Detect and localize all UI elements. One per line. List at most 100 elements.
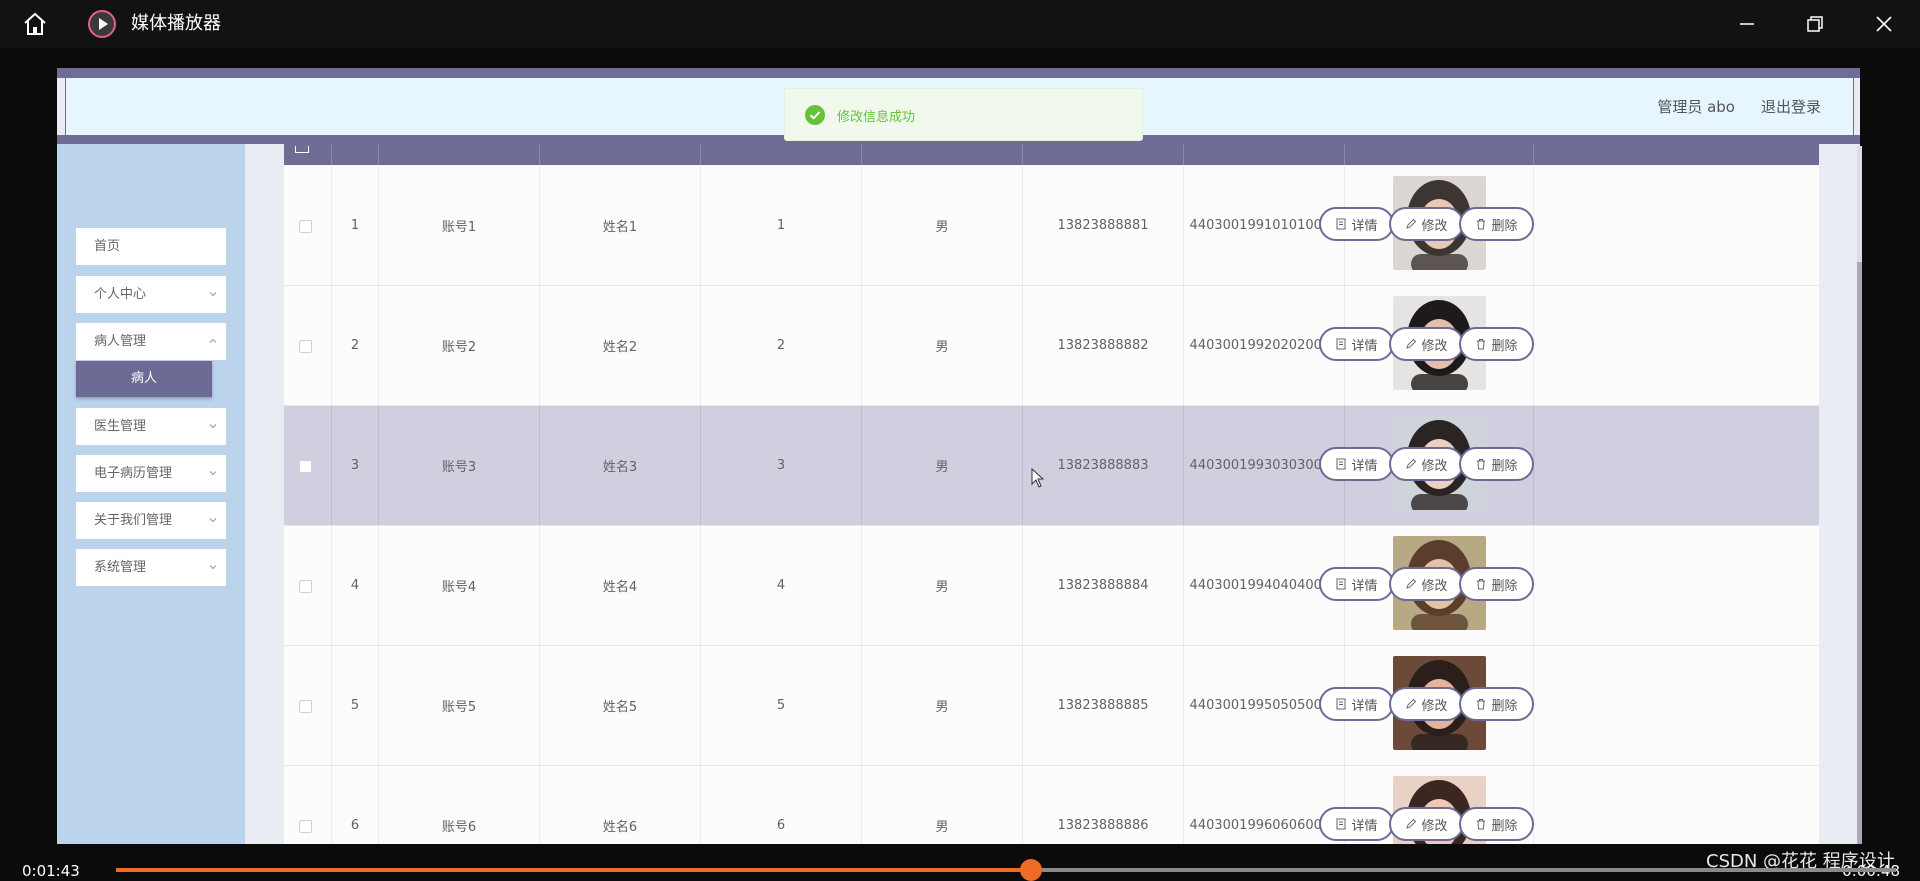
scrollbar-thumb[interactable] [1857,262,1862,844]
delete-button[interactable]: 删除 [1459,447,1534,481]
sidebar-item-label: 个人中心 [94,287,147,302]
time-elapsed: 0:01:43 [22,862,80,880]
sidebar-item-profile[interactable]: 个人中心 [76,276,226,313]
table-row[interactable]: 4 账号4 姓名4 4 男 13823888884 440300199404040004 详情… [284,526,1819,646]
sidebar-item-label: 电子病历管理 [94,466,173,481]
sidebar-item-system[interactable]: 系统管理 [76,549,226,586]
row-checkbox[interactable] [299,220,312,233]
detail-button[interactable]: 详情 [1319,447,1394,481]
sidebar-item-patients[interactable]: 病人管理 [76,323,226,360]
button-label: 修改 [1421,818,1448,834]
button-label: 删除 [1491,458,1518,474]
sidebar-item-doctors[interactable]: 医生管理 [76,408,226,445]
button-label: 删除 [1491,698,1518,714]
edit-button[interactable]: 修改 [1389,687,1464,721]
delete-button[interactable]: 删除 [1459,207,1534,241]
index-cell: 1 [332,166,379,285]
chevron-down-icon [209,518,217,523]
chevron-down-icon [209,292,217,297]
row-checkbox-cell [284,526,332,645]
header-cell [862,144,1023,165]
detail-button[interactable]: 详情 [1319,807,1394,841]
trash-icon [1477,579,1486,590]
delete-button[interactable]: 删除 [1459,567,1534,601]
logout-link[interactable]: 退出登录 [1761,96,1821,117]
table-row[interactable]: 2 账号2 姓名2 2 男 13823888882 440300199202020002 详情… [284,286,1819,406]
edit-button[interactable]: 修改 [1389,447,1464,481]
detail-button[interactable]: 详情 [1319,327,1394,361]
minimize-icon[interactable] [1735,12,1759,36]
edit-button[interactable]: 修改 [1389,327,1464,361]
row-checkbox[interactable] [299,700,312,713]
header-cell [701,144,862,165]
delete-button[interactable]: 删除 [1459,327,1534,361]
checkbox-icon [295,146,309,153]
name-cell: 姓名5 [540,646,701,765]
sidebar-item-home[interactable]: 首页 [76,228,226,265]
button-label: 详情 [1351,218,1378,234]
restore-icon[interactable] [1803,12,1827,36]
chevron-up-icon [209,338,217,343]
edit-icon [1406,338,1417,349]
gender-cell: 男 [862,646,1023,765]
delete-button[interactable]: 删除 [1459,687,1534,721]
button-label: 删除 [1491,218,1518,234]
detail-button[interactable]: 详情 [1319,207,1394,241]
button-label: 修改 [1421,578,1448,594]
table-row[interactable]: 5 账号5 姓名5 5 男 13823888885 440300199505050005 详情… [284,646,1819,766]
row-checkbox[interactable] [299,820,312,833]
sidebar-item-label: 关于我们管理 [94,513,173,528]
home-icon[interactable] [22,12,48,36]
trash-icon [1477,219,1486,230]
button-label: 删除 [1491,338,1518,354]
name-cell: 姓名2 [540,286,701,405]
index-cell: 5 [332,646,379,765]
account-cell: 账号2 [379,286,540,405]
number-cell: 5 [701,646,862,765]
sidebar-item-about-us[interactable]: 关于我们管理 [76,502,226,539]
document-icon [1336,578,1346,590]
row-checkbox[interactable] [299,340,312,353]
trash-icon [1477,459,1486,470]
number-cell: 1 [701,166,862,285]
edit-button[interactable]: 修改 [1389,567,1464,601]
button-label: 修改 [1421,218,1448,234]
gender-cell: 男 [862,406,1023,525]
table-row[interactable]: 3 账号3 姓名3 3 男 13823888883 440300199303030003 详情… [284,406,1819,526]
row-checkbox[interactable] [299,460,312,473]
sidebar-item-label: 医生管理 [94,419,147,434]
progress-handle[interactable] [1019,859,1042,881]
edit-icon [1406,818,1417,829]
delete-button[interactable]: 删除 [1459,807,1534,841]
sidebar-item-medical-records[interactable]: 电子病历管理 [76,455,226,492]
button-label: 详情 [1351,458,1378,474]
document-icon [1336,338,1346,350]
header-cell [1184,144,1345,165]
number-cell: 2 [701,286,862,405]
edit-button[interactable]: 修改 [1389,807,1464,841]
header-cell [1345,144,1534,165]
header-cell [1023,144,1184,165]
edit-icon [1406,578,1417,589]
header-select-all[interactable] [284,144,332,165]
sidebar-subitem-patient[interactable]: 病人 [76,361,212,397]
table-row[interactable]: 1 账号1 姓名1 1 男 13823888881 440300199101010001 详情… [284,166,1819,286]
table-row[interactable]: 6 账号6 姓名6 6 男 13823888886 440300199606060006 详情… [284,766,1819,844]
close-icon[interactable] [1872,12,1896,36]
media-player-logo-icon [88,10,116,38]
detail-button[interactable]: 详情 [1319,567,1394,601]
gender-cell: 男 [862,766,1023,844]
phone-cell: 13823888883 [1023,406,1184,525]
header-cell [540,144,701,165]
patient-table: 1 账号1 姓名1 1 男 13823888881 440300199101010001 详情… [284,144,1819,844]
edit-button[interactable]: 修改 [1389,207,1464,241]
detail-button[interactable]: 详情 [1319,687,1394,721]
phone-cell: 13823888886 [1023,766,1184,844]
toast-message: 修改信息成功 [837,110,916,125]
phone-cell: 13823888882 [1023,286,1184,405]
row-checkbox-cell [284,166,332,285]
row-checkbox-cell [284,406,332,525]
row-checkbox[interactable] [299,580,312,593]
app-title: 媒体播放器 [131,13,221,34]
phone-cell: 13823888885 [1023,646,1184,765]
